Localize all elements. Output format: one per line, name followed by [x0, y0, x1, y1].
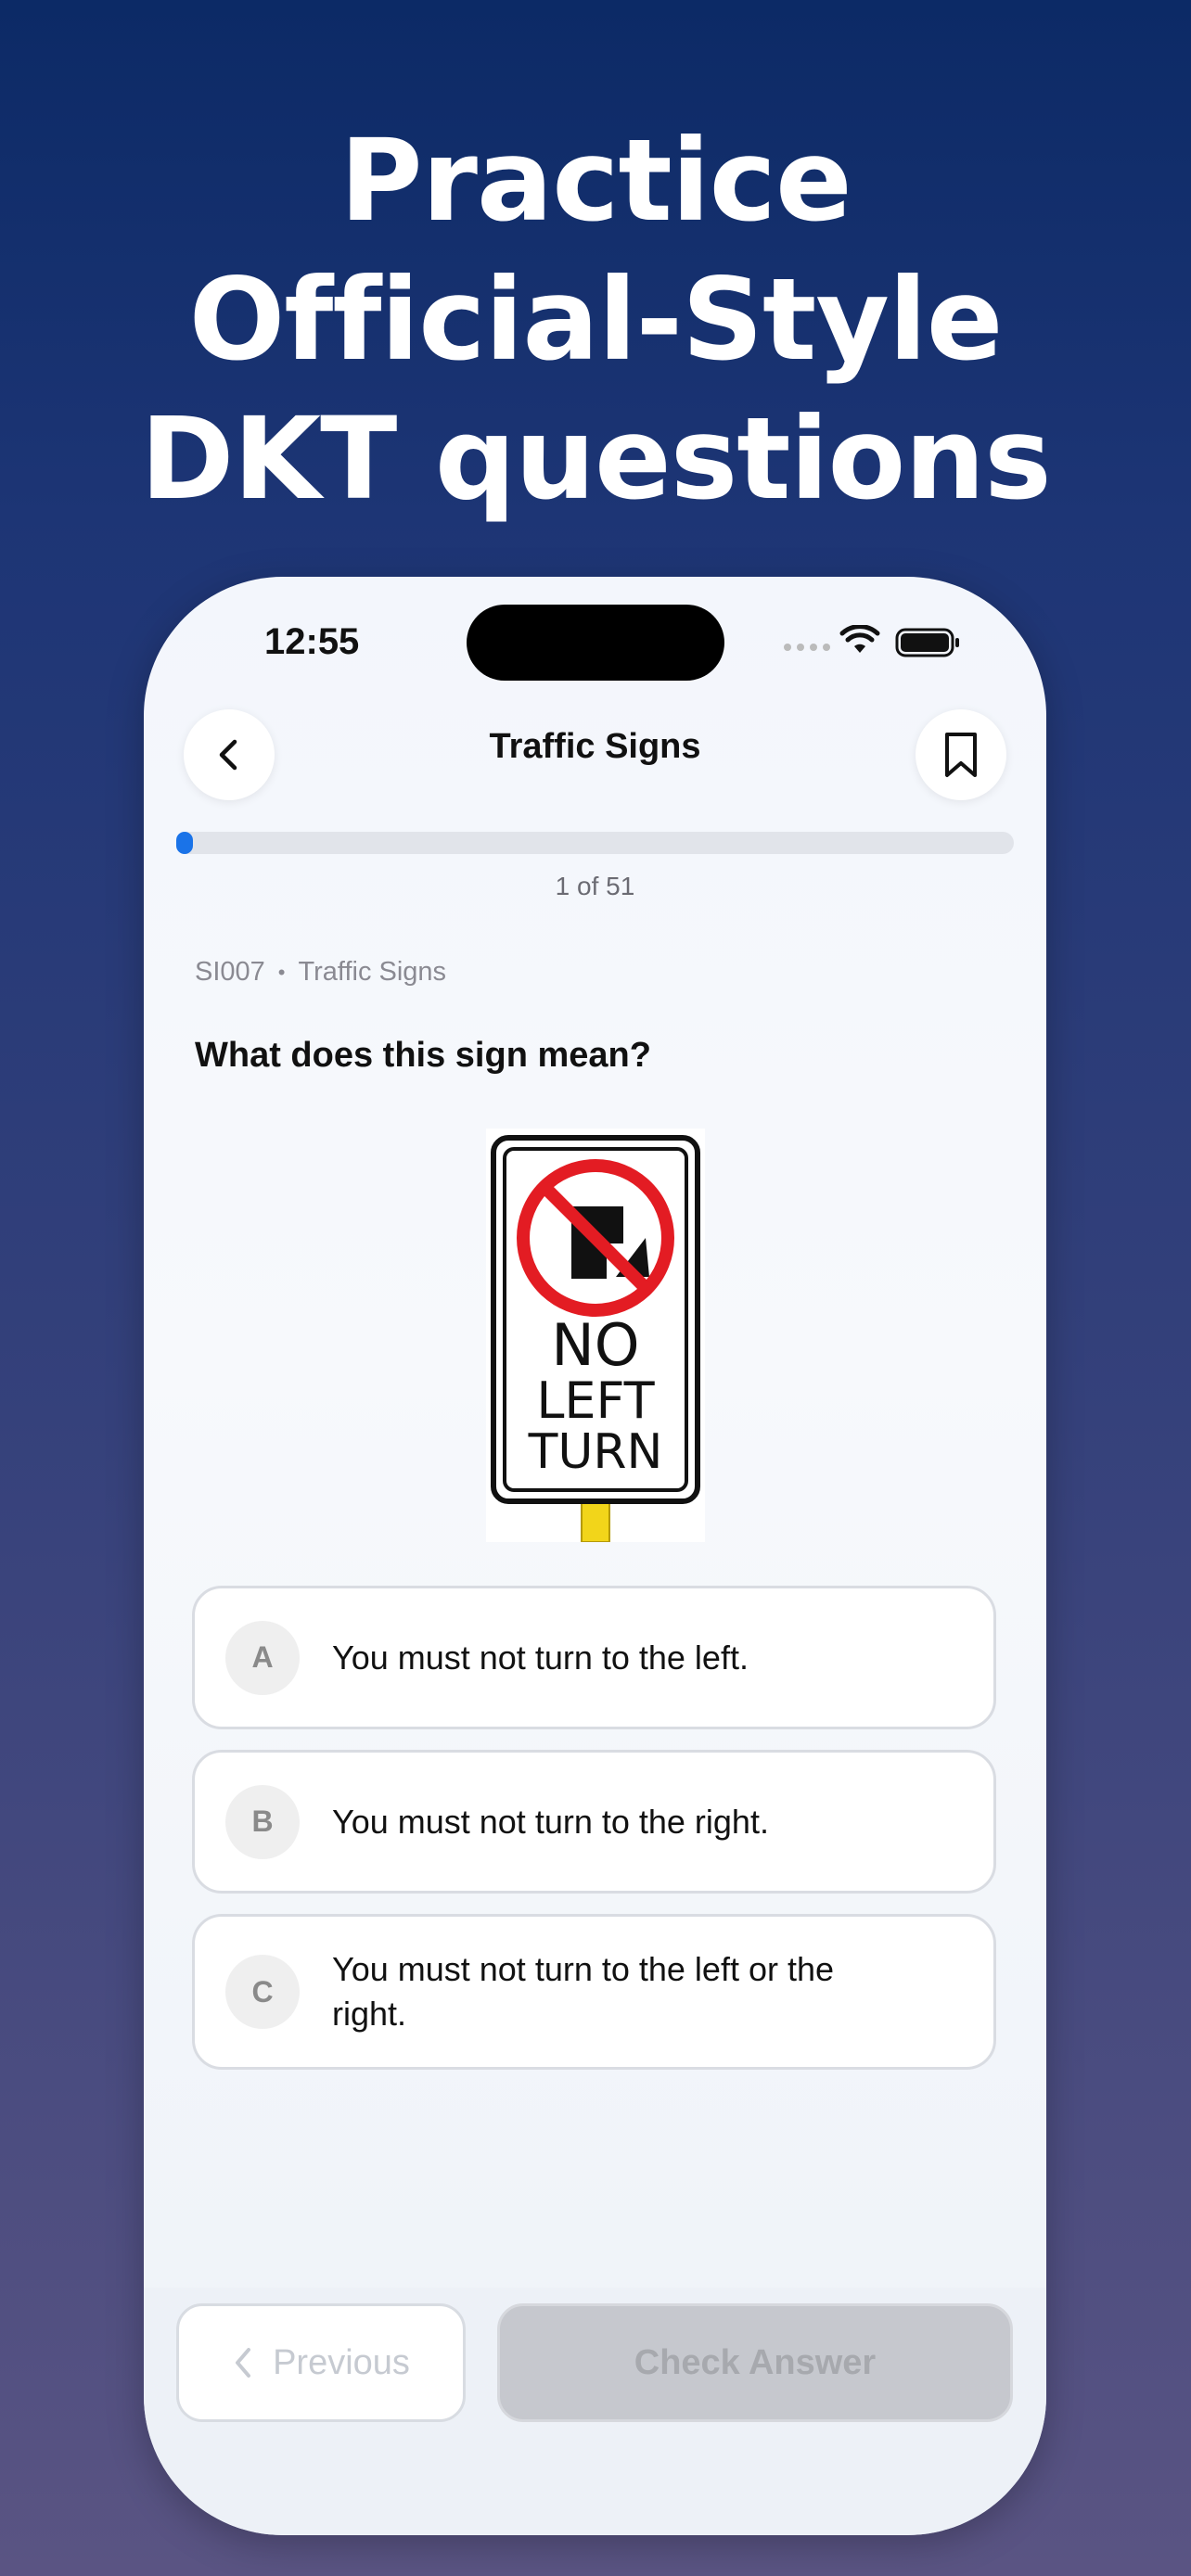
- progress-label: 1 of 51: [555, 872, 635, 900]
- bookmark-icon: [945, 733, 977, 777]
- status-indicators: [784, 623, 997, 660]
- option-letter: C: [225, 1955, 300, 2029]
- option-c[interactable]: C You must not turn to the left or the r…: [192, 1914, 996, 2070]
- question-meta: SI007 • Traffic Signs: [195, 957, 446, 988]
- question-category: Traffic Signs: [298, 957, 447, 987]
- option-a[interactable]: A You must not turn to the left.: [192, 1586, 996, 1729]
- previous-label: Previous: [273, 2342, 410, 2382]
- battery-icon: [895, 628, 959, 657]
- sign-text-line-1: NO: [551, 1311, 639, 1379]
- signal-icon: [784, 644, 830, 651]
- option-text: You must not turn to the right.: [332, 1802, 769, 1841]
- page-title: Traffic Signs: [489, 727, 701, 766]
- no-left-turn-sign: NO LEFT TURN: [491, 1135, 700, 1543]
- check-answer-label: Check Answer: [634, 2342, 877, 2382]
- phone-screen: 12:55 Traffic Signs 1 of 51 SI007 • Traf…: [144, 577, 1046, 2535]
- option-letter: A: [225, 1620, 300, 1695]
- option-letter: B: [225, 1784, 300, 1859]
- headline-line-1: Practice: [339, 115, 852, 247]
- dynamic-island: [467, 605, 724, 681]
- previous-button[interactable]: Previous: [176, 2303, 466, 2422]
- option-text: You must not turn to the left.: [332, 1638, 749, 1677]
- sign-text-line-2: LEFT: [536, 1371, 655, 1430]
- sign-image: NO LEFT TURN: [486, 1129, 705, 1543]
- progress-fill: [176, 832, 193, 854]
- option-b[interactable]: B You must not turn to the right.: [192, 1750, 996, 1894]
- chevron-left-icon: [236, 2348, 251, 2378]
- question-code: SI007: [195, 957, 265, 987]
- question-text: What does this sign mean?: [195, 1036, 651, 1075]
- meta-separator: •: [277, 960, 286, 984]
- option-text: You must not turn to the left or the rig…: [332, 1950, 835, 2033]
- headline-line-3: DKT questions: [140, 393, 1051, 525]
- wifi-icon: [839, 625, 880, 653]
- headline: Practice Official-Style DKT questions: [0, 111, 1191, 529]
- sign-text-line-3: TURN: [528, 1424, 663, 1480]
- status-time: 12:55: [264, 621, 360, 662]
- headline-line-2: Official-Style: [188, 254, 1004, 386]
- bookmark-button[interactable]: [916, 709, 1006, 800]
- progress-bar: [176, 832, 1014, 854]
- check-answer-button[interactable]: Check Answer: [497, 2303, 1013, 2422]
